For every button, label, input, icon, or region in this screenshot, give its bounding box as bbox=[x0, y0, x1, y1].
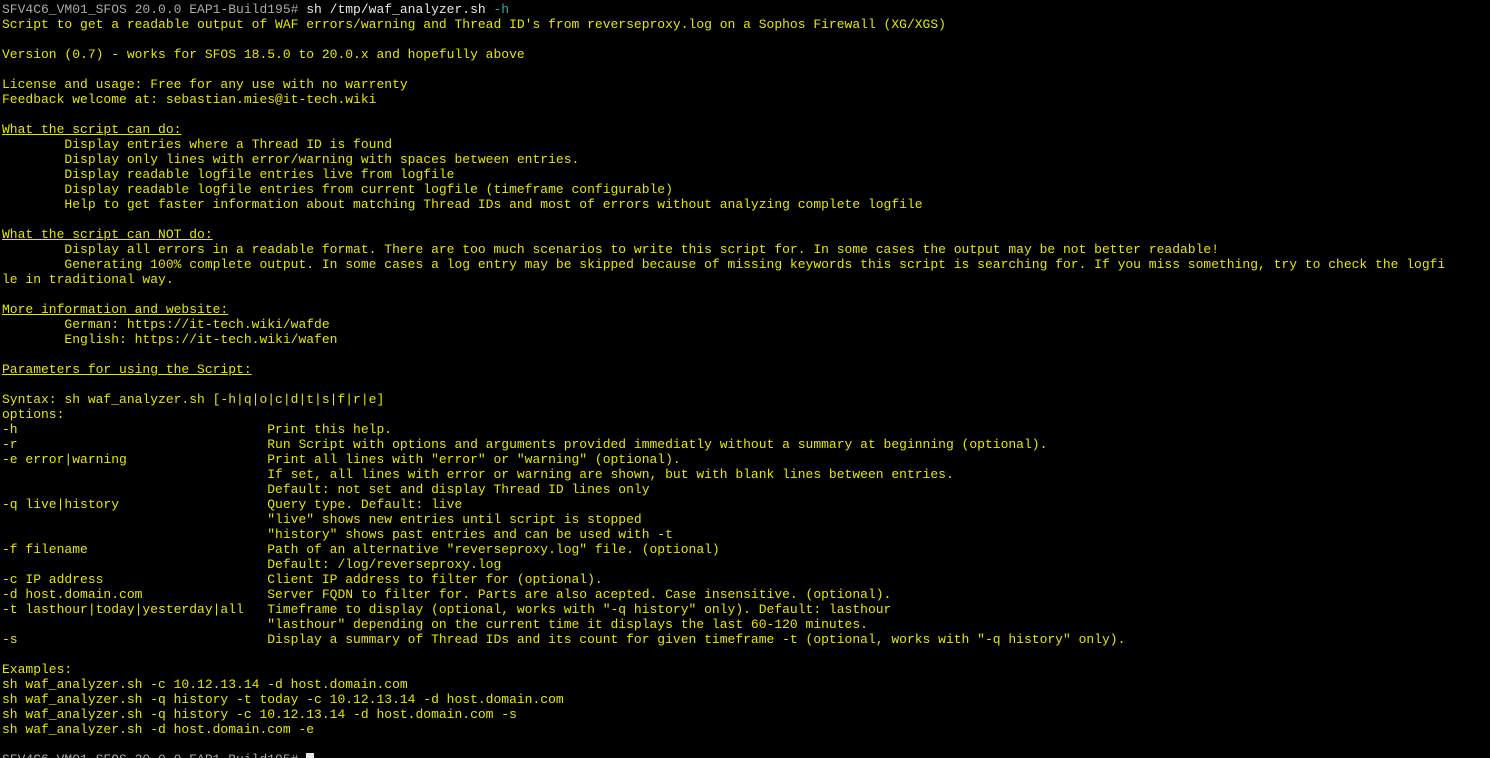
option-row: -h Print this help. bbox=[2, 422, 392, 437]
example-line: sh waf_analyzer.sh -q history -c 10.12.1… bbox=[2, 707, 517, 722]
option-row: -t lasthour|today|yesterday|all Timefram… bbox=[2, 602, 891, 617]
can-not-item: le in traditional way. bbox=[2, 272, 174, 287]
option-row: Default: not set and display Thread ID l… bbox=[2, 482, 650, 497]
section-heading-can-do: What the script can do: bbox=[2, 122, 181, 137]
option-row: "live" shows new entries until script is… bbox=[2, 512, 642, 527]
shell-prompt: SFV4C6_VM01_SFOS 20.0.0 EAP1-Build195# bbox=[2, 2, 306, 17]
section-heading-can-not: What the script can NOT do: bbox=[2, 227, 213, 242]
intro-line: Script to get a readable output of WAF e… bbox=[2, 17, 946, 32]
syntax-line: Syntax: sh waf_analyzer.sh [-h|q|o|c|d|t… bbox=[2, 392, 384, 407]
can-do-item: Display entries where a Thread ID is fou… bbox=[2, 137, 392, 152]
version-line: Version (0.7) - works for SFOS 18.5.0 to… bbox=[2, 47, 525, 62]
can-not-item: Display all errors in a readable format.… bbox=[2, 242, 1219, 257]
cursor-icon bbox=[306, 753, 314, 758]
section-heading-more-info: More information and website: bbox=[2, 302, 228, 317]
example-line: sh waf_analyzer.sh -c 10.12.13.14 -d hos… bbox=[2, 677, 408, 692]
license-line: License and usage: Free for any use with… bbox=[2, 77, 408, 92]
option-row: -r Run Script with options and arguments… bbox=[2, 437, 1047, 452]
can-do-item: Display readable logfile entries live fr… bbox=[2, 167, 454, 182]
option-row: "history" shows past entries and can be … bbox=[2, 527, 673, 542]
can-do-item: Display readable logfile entries from cu… bbox=[2, 182, 673, 197]
option-row: -f filename Path of an alternative "reve… bbox=[2, 542, 720, 557]
option-row: -c IP address Client IP address to filte… bbox=[2, 572, 603, 587]
example-line: sh waf_analyzer.sh -q history -t today -… bbox=[2, 692, 564, 707]
can-do-item: Help to get faster information about mat… bbox=[2, 197, 923, 212]
section-heading-params: Parameters for using the Script: bbox=[2, 362, 252, 377]
example-line: sh waf_analyzer.sh -d host.domain.com -e bbox=[2, 722, 314, 737]
can-do-item: Display only lines with error/warning wi… bbox=[2, 152, 579, 167]
shell-prompt-bottom[interactable]: SFV4C6_VM01_SFOS 20.0.0 EAP1-Build195# bbox=[2, 752, 306, 758]
option-row: -d host.domain.com Server FQDN to filter… bbox=[2, 587, 891, 602]
typed-flag: -h bbox=[493, 2, 509, 17]
can-not-item: Generating 100% complete output. In some… bbox=[2, 257, 1445, 272]
terminal-output[interactable]: SFV4C6_VM01_SFOS 20.0.0 EAP1-Build195# s… bbox=[0, 0, 1490, 758]
feedback-line: Feedback welcome at: sebastian.mies@it-t… bbox=[2, 92, 376, 107]
option-row: Default: /log/reverseproxy.log bbox=[2, 557, 501, 572]
examples-heading: Examples: bbox=[2, 662, 72, 677]
more-info-item: German: https://it-tech.wiki/wafde bbox=[2, 317, 330, 332]
typed-command: sh /tmp/waf_analyzer.sh bbox=[306, 2, 493, 17]
more-info-item: English: https://it-tech.wiki/wafen bbox=[2, 332, 337, 347]
option-row: -q live|history Query type. Default: liv… bbox=[2, 497, 462, 512]
option-row: "lasthour" depending on the current time… bbox=[2, 617, 868, 632]
option-row: If set, all lines with error or warning … bbox=[2, 467, 954, 482]
options-label: options: bbox=[2, 407, 64, 422]
option-row: -e error|warning Print all lines with "e… bbox=[2, 452, 681, 467]
option-row: -s Display a summary of Thread IDs and i… bbox=[2, 632, 1125, 647]
